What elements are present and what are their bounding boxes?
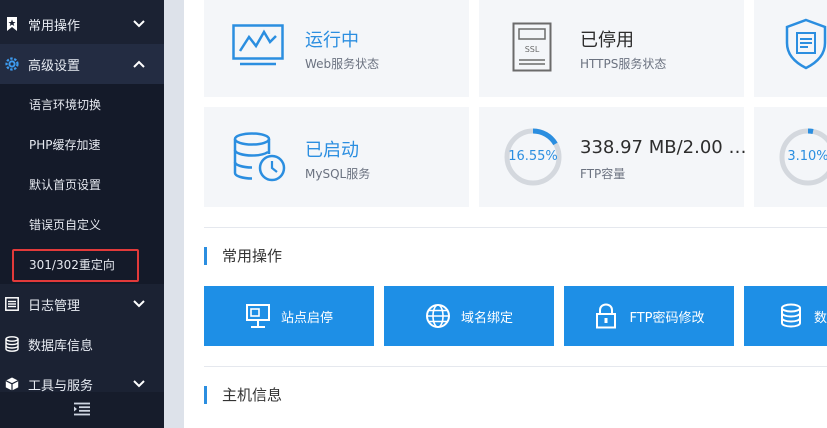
third-usage-card: 3.10% [754,107,827,207]
button-label: 域名绑定 [460,310,513,326]
ftp-capacity-card: 16.55% 338.97 MB/2.00 … FTP容量 [479,107,747,207]
submenu-error-page[interactable]: 错误页自定义 [0,204,164,244]
sidebar-item-label: 常用操作 [28,18,81,34]
sidebar-item-label: 工具与服务 [28,378,94,394]
submenu-default-homepage[interactable]: 默认首页设置 [0,164,164,204]
sidebar: 常用操作 高级设置 语言环境切换 PHP缓存加速 默认首页设置 错误页自定义 3… [0,0,164,428]
chevron-down-icon [132,17,146,31]
chevron-up-icon [132,57,146,71]
ftp-password-button[interactable]: FTP密码修改 [564,286,734,346]
https-status-value: 已停用 [580,30,634,51]
database-clock-icon [232,132,288,188]
domain-bind-button[interactable]: 域名绑定 [384,286,554,346]
button-label: 数 [814,310,827,326]
sidebar-item-database[interactable]: 数据库信息 [0,324,164,364]
ssl-certificate-icon: SSL [512,22,552,76]
sidebar-collapse-button[interactable] [0,392,164,428]
chevron-down-icon [132,377,146,391]
chart-monitor-icon [232,24,284,70]
shield-icon [784,18,827,74]
button-label: FTP密码修改 [629,310,705,326]
security-card [754,0,827,97]
submenu-language-switch[interactable]: 语言环境切换 [0,84,164,124]
menu-collapse-icon [73,401,91,420]
database-button[interactable]: 数 [744,286,827,346]
main-content: 运行中 Web服务状态 SSL 已停用 HTTPS服务状态 已启动 MySQL服… [184,0,827,428]
mysql-status-label: MySQL服务 [305,167,371,181]
submenu-redirect[interactable]: 301/302重定向 [0,244,164,284]
database-icon [778,303,804,329]
divider [204,366,827,367]
web-status-value: 运行中 [305,30,359,51]
web-status-card: 运行中 Web服务状态 [204,0,469,97]
ftp-usage-label: FTP容量 [580,167,626,181]
sidebar-item-label: 数据库信息 [28,338,94,354]
sidebar-item-common-ops[interactable]: 常用操作 [0,4,164,44]
https-status-card: SSL 已停用 HTTPS服务状态 [479,0,744,97]
bookmark-icon [4,16,20,32]
section-title-host-info: 主机信息 [204,386,282,404]
layout-gutter [164,0,184,428]
mysql-card: 已启动 MySQL服务 [204,107,469,207]
chevron-down-icon [132,297,146,311]
sidebar-item-advanced[interactable]: 高级设置 [0,44,164,84]
button-label: 站点启停 [280,310,333,326]
sidebar-item-logs[interactable]: 日志管理 [0,284,164,324]
ftp-usage-value: 338.97 MB/2.00 … [580,137,747,158]
svg-text:SSL: SSL [525,45,540,54]
globe-icon [425,303,451,329]
web-status-label: Web服务状态 [305,57,380,71]
log-list-icon [4,296,20,312]
monitor-icon [245,303,271,329]
database-icon [4,336,20,352]
sidebar-item-label: 高级设置 [28,58,81,74]
box-icon [4,376,20,392]
gear-icon [4,56,20,72]
sidebar-item-label: 日志管理 [28,298,81,314]
lock-icon [593,303,619,329]
section-title-common-ops: 常用操作 [204,247,282,265]
divider [204,227,827,228]
submenu-php-cache[interactable]: PHP缓存加速 [0,124,164,164]
https-status-label: HTTPS服务状态 [580,57,667,71]
mysql-status-value: 已启动 [305,140,359,161]
usage-percent: 3.10% [787,149,827,164]
ftp-usage-percent: 16.55% [508,149,558,164]
site-toggle-button[interactable]: 站点启停 [204,286,374,346]
